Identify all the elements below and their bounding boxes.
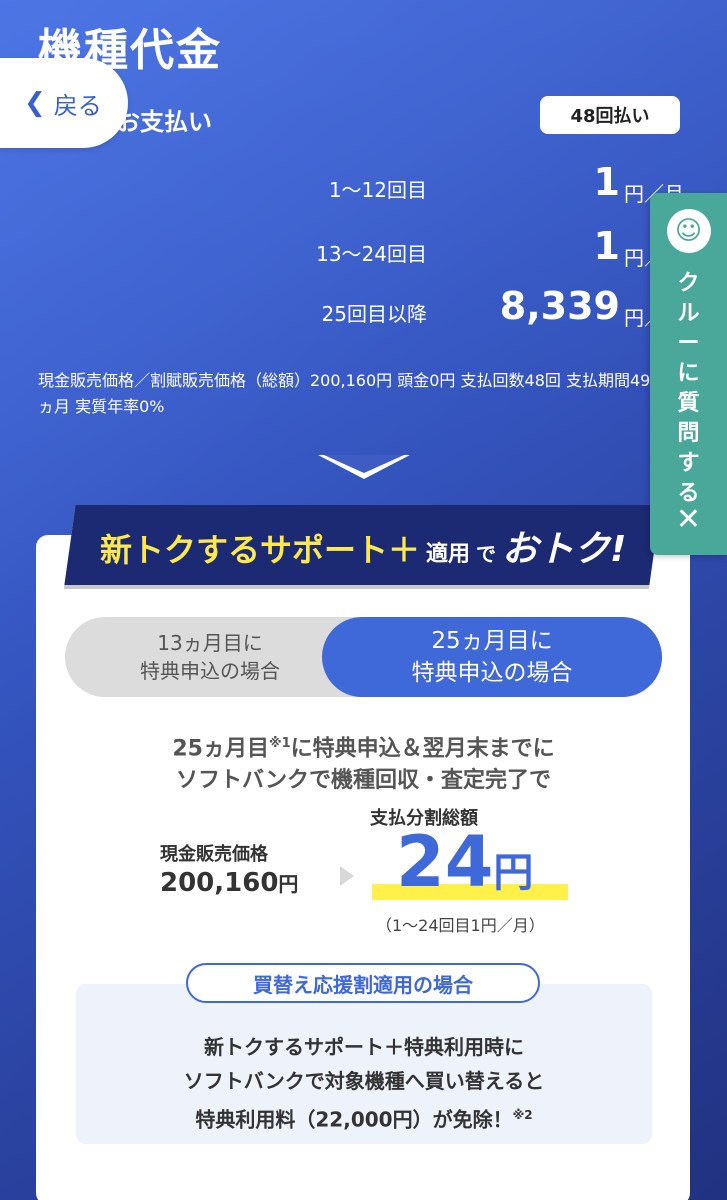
ask-crew-tab[interactable]: ☺ クルーに質問する ✕: [650, 193, 727, 555]
trade-in-line-2: ソフトバンクで対象機種へ買い替えると: [183, 1069, 545, 1093]
schedule-period: 25回目以降: [321, 302, 427, 326]
ribbon-main: 新トクするサポート＋: [100, 531, 421, 569]
back-button-label: 戻る: [53, 91, 102, 120]
condition-line-1-pre: 25ヵ月目: [172, 736, 269, 762]
schedule-amount: 1: [593, 224, 620, 268]
cash-price-number: 200,160: [160, 868, 279, 898]
ribbon-otoku: おトク!: [502, 529, 627, 570]
headset-icon: ☺: [666, 209, 711, 253]
total-unit: 円: [493, 850, 534, 896]
trade-in-text: 新トクするサポート＋特典利用時に ソフトバンクで対象機種へ買い替えると 特典利用…: [76, 1030, 652, 1137]
chevron-left-icon: ❮: [24, 88, 46, 118]
ask-crew-label: クルーに質問する: [677, 271, 700, 506]
footnote-mark: ※1: [268, 736, 291, 751]
total-installment-detail: （1〜24回目1円／月）: [376, 916, 545, 935]
trade-in-line-3-text: 特典利用料（22,000円）が免除！: [195, 1107, 513, 1132]
down-arrow-icon: [318, 455, 410, 479]
ribbon-de: で: [476, 542, 497, 566]
trade-in-line-1: 新トクするサポート＋特典利用時に: [204, 1035, 524, 1059]
toggle-option-25-months[interactable]: 25ヵ月目に 特典申込の場合: [322, 617, 662, 697]
trade-in-line-3: 特典利用料（22,000円）が免除！※2: [76, 1098, 652, 1137]
toggle-option-line: 13ヵ月目に: [157, 631, 263, 655]
ribbon-apply: 適用: [426, 542, 471, 567]
condition-text: 25ヵ月目※1に特典申込＆翌月末までに ソフトバンクで機種回収・査定完了で: [40, 728, 687, 797]
toggle-option-13-months[interactable]: 13ヵ月目に 特典申込の場合: [65, 617, 355, 697]
condition-line-2: ソフトバンクで機種回収・査定完了で: [175, 768, 552, 794]
toggle-option-line: 特典申込の場合: [411, 660, 573, 686]
schedule-period: 13〜24回目: [316, 242, 427, 266]
close-icon[interactable]: ✕: [676, 502, 701, 537]
cash-price-label: 現金販売価格: [160, 844, 268, 865]
schedule-row: 13〜24回目 1 円／月: [0, 224, 727, 284]
total-installment-value: 24円: [396, 822, 533, 913]
apply-timing-toggle: 13ヵ月目に 特典申込の場合 25ヵ月目に 特典申込の場合: [65, 617, 662, 697]
trade-in-pill: 買替え応援割適用の場合: [186, 963, 540, 1003]
toggle-option-line: 特典申込の場合: [140, 659, 280, 683]
cash-price-unit: 円: [278, 872, 299, 896]
back-button[interactable]: ❮ 戻る: [0, 58, 128, 148]
cash-price-value: 200,160円: [160, 868, 298, 898]
price-note: 現金販売価格／割賦販売価格（総額）200,160円 頭金0円 支払回数48回 支…: [38, 371, 651, 416]
toggle-option-line: 25ヵ月目に: [431, 628, 553, 654]
condition-line-1: 25ヵ月目※1に特典申込＆翌月末までに: [40, 728, 687, 765]
promo-ribbon-text: 新トクするサポート＋ 適用 で おトク!: [100, 520, 640, 572]
schedule-amount: 1: [593, 160, 620, 204]
chevron-right-icon: [340, 866, 354, 886]
condition-line-1-post: に特典申込＆翌月末までに: [290, 736, 555, 762]
footnote-mark: ※2: [512, 1108, 533, 1122]
schedule-row: 1〜12回目 1 円／月: [0, 160, 727, 220]
installment-badge: 48回払い: [540, 96, 680, 134]
payment-label: お支払い: [116, 108, 212, 136]
schedule-amount: 8,339: [499, 284, 620, 328]
schedule-row: 25回目以降 8,339 円／月: [0, 284, 727, 344]
total-number: 24: [396, 821, 494, 903]
schedule-period: 1〜12回目: [328, 178, 427, 202]
